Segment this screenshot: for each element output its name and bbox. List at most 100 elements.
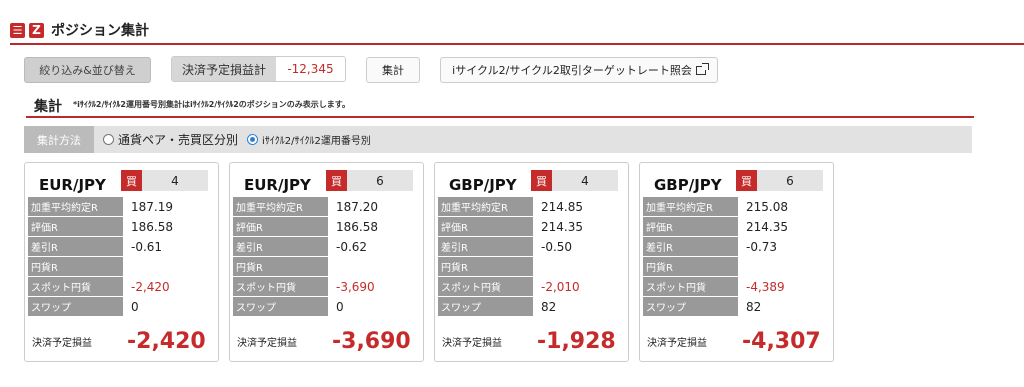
currency-pair: EUR/JPY (244, 176, 311, 194)
row-swap: スワップ 0 (28, 297, 215, 317)
settlement-pl-label: 決済予定損益 (237, 337, 297, 349)
quantity: 6 (786, 173, 794, 188)
row-label: スポット円貨 (233, 277, 328, 296)
row-value: -0.62 (336, 239, 368, 254)
position-card: GBP/JPY 買 4 加重平均約定R 214.85 評価R 214.35 差引R -0.50 円… (434, 162, 629, 362)
settlement-pl-value: -2,420 (127, 328, 206, 354)
row-value: 187.19 (131, 199, 173, 214)
position-card: EUR/JPY 買 4 加重平均約定R 187.19 評価R 186.58 差引R -0.61 円… (24, 162, 219, 362)
aggregate-button[interactable]: 集計 (366, 57, 420, 83)
row-label: 加重平均約定R (28, 197, 123, 216)
radio-icon[interactable] (103, 134, 114, 145)
row-label: 円貨R (643, 257, 738, 276)
side-badge: 買 (326, 170, 347, 191)
settlement-pl-label: 決済予定損益 (647, 337, 707, 349)
settlement-pl-label: 決済予定損益 (32, 337, 92, 349)
settlement-pl-total-value: -12,345 (276, 57, 345, 81)
row-label: 円貨R (233, 257, 328, 276)
settlement-pl-value: -3,690 (332, 328, 411, 354)
quantity-box: 買4 (531, 170, 618, 191)
card-rows: 加重平均約定R 214.85 評価R 214.35 差引R -0.50 円貨R スポット円貨 -… (438, 197, 625, 317)
row-label: スワップ (233, 297, 328, 316)
position-card: EUR/JPY 買 6 加重平均約定R 187.20 評価R 186.58 差引R -0.62 円… (229, 162, 424, 362)
row-label: 差引R (28, 237, 123, 256)
row-value (738, 257, 830, 276)
row-value: -2,010 (541, 279, 580, 294)
row-swap: スワップ 0 (233, 297, 420, 317)
row-label: スワップ (438, 297, 533, 316)
row-label: 評価R (438, 217, 533, 236)
quantity: 4 (171, 173, 179, 188)
row-label: 評価R (233, 217, 328, 236)
row-value: 214.35 (746, 219, 788, 234)
filter-sort-button[interactable]: 絞り込み&並び替え (24, 57, 151, 83)
currency-pair: GBP/JPY (654, 176, 722, 194)
row-value: -4,389 (746, 279, 785, 294)
menu-icon[interactable]: ☰ (10, 22, 25, 38)
method-option-currency-pair-label: 通貨ペア・売買区分別 (118, 133, 239, 147)
card-header: EUR/JPY 買 4 (25, 163, 218, 197)
row-label: 加重平均約定R (438, 197, 533, 216)
quantity-box: 買6 (736, 170, 823, 191)
row-label: 評価R (643, 217, 738, 236)
row-value: 187.20 (336, 199, 378, 214)
row-value (328, 257, 420, 276)
row-value: -0.50 (541, 239, 573, 254)
row-eval-rate: 評価R 186.58 (28, 217, 215, 237)
row-value: 0 (131, 299, 139, 314)
section-note: *iｻｲｸﾙ2/ｻｲｸﾙ2運用番号別集計はiｻｲｸﾙ2/ｻｲｸﾙ2のポジションの… (73, 100, 350, 109)
row-diff: 差引R -0.50 (438, 237, 625, 257)
card-rows: 加重平均約定R 187.20 評価R 186.58 差引R -0.62 円貨R スポット円貨 -… (233, 197, 420, 317)
row-label: 円貨R (28, 257, 123, 276)
method-option-icycle[interactable]: iｻｲｸﾙ2/ｻｲｸﾙ2運用番号別 (247, 132, 371, 147)
position-card: GBP/JPY 買 6 加重平均約定R 215.08 評価R 214.35 差引R -0.73 円… (639, 162, 834, 362)
row-spot-jpy: スポット円貨 -3,690 (233, 277, 420, 297)
row-jpy-rate: 円貨R (438, 257, 625, 277)
row-value: -0.73 (746, 239, 778, 254)
aggregation-method-label: 集計方法 (24, 126, 94, 153)
quantity-box: 買4 (121, 170, 208, 191)
row-label: 加重平均約定R (233, 197, 328, 216)
card-header: GBP/JPY 買 4 (435, 163, 628, 197)
row-label: 差引R (643, 237, 738, 256)
section-title: 集計 (34, 99, 62, 115)
quantity-box: 買6 (326, 170, 413, 191)
row-swap: スワップ 82 (438, 297, 625, 317)
row-value: 186.58 (336, 219, 378, 234)
row-value: 215.08 (746, 199, 788, 214)
method-option-icycle-label: iｻｲｸﾙ2/ｻｲｸﾙ2運用番号別 (262, 136, 371, 147)
row-jpy-rate: 円貨R (643, 257, 830, 277)
aggregation-method-bar: 集計方法 通貨ペア・売買区分別 iｻｲｸﾙ2/ｻｲｸﾙ2運用番号別 (24, 126, 972, 153)
side-badge: 買 (121, 170, 142, 191)
header-divider (10, 43, 1024, 45)
row-value: 186.58 (131, 219, 173, 234)
row-value: -2,420 (131, 279, 170, 294)
currency-pair: EUR/JPY (39, 176, 106, 194)
side-badge: 買 (736, 170, 757, 191)
method-option-currency-pair[interactable]: 通貨ペア・売買区分別 (103, 131, 238, 148)
row-spot-jpy: スポット円貨 -2,010 (438, 277, 625, 297)
settlement-pl-label: 決済予定損益 (442, 337, 502, 349)
logo-icon: Z (29, 22, 44, 38)
side-badge: 買 (531, 170, 552, 191)
row-value: 82 (541, 299, 557, 314)
row-spot-jpy: スポット円貨 -4,389 (643, 277, 830, 297)
settlement-pl: 決済予定損益 -4,307 (643, 323, 830, 359)
page-header: ☰ Z ポジション集計 (10, 18, 149, 42)
row-diff: 差引R -0.73 (643, 237, 830, 257)
target-rate-inquiry-label: iサイクル2/サイクル2取引ターゲットレート照会 (452, 64, 692, 77)
row-label: スポット円貨 (643, 277, 738, 296)
row-value (123, 257, 215, 276)
row-diff: 差引R -0.61 (28, 237, 215, 257)
row-swap: スワップ 82 (643, 297, 830, 317)
row-label: スポット円貨 (438, 277, 533, 296)
row-label: 加重平均約定R (643, 197, 738, 216)
radio-selected-icon[interactable] (247, 134, 259, 145)
row-label: スワップ (28, 297, 123, 316)
row-label: スポット円貨 (28, 277, 123, 296)
quantity: 4 (581, 173, 589, 188)
target-rate-inquiry-button[interactable]: iサイクル2/サイクル2取引ターゲットレート照会 (440, 57, 718, 83)
card-rows: 加重平均約定R 215.08 評価R 214.35 差引R -0.73 円貨R スポット円貨 -… (643, 197, 830, 317)
settlement-pl: 決済予定損益 -1,928 (438, 323, 625, 359)
row-jpy-rate: 円貨R (28, 257, 215, 277)
